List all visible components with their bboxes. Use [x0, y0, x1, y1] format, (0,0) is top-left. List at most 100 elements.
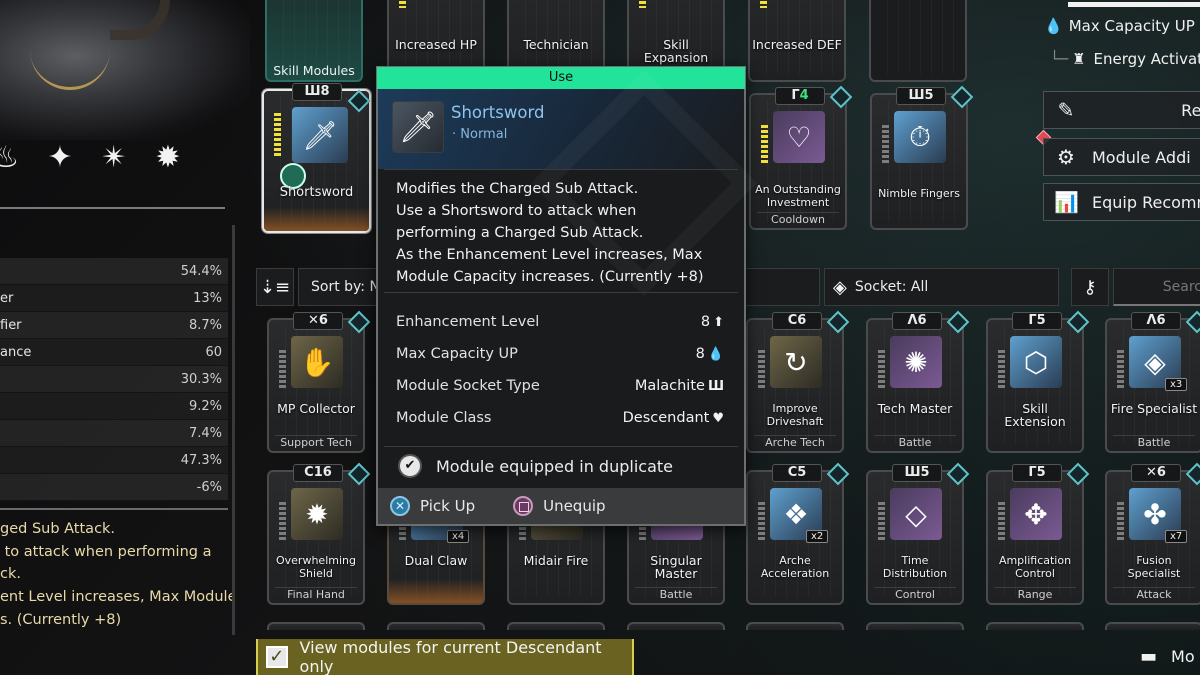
empty-module-slot[interactable]	[869, 0, 967, 82]
capacity-label: Max Capacity UP	[1068, 17, 1195, 35]
key-button[interactable]: ⚷	[1071, 268, 1109, 306]
module-card[interactable]	[507, 622, 605, 630]
stat-row: 9.2%	[0, 393, 228, 420]
pick-up-action[interactable]: ✕ Pick Up	[390, 496, 475, 516]
skill-modules-label: Skill Modules	[273, 63, 355, 78]
module-addition-button[interactable]: ⚙ Module Addi	[1043, 138, 1200, 176]
stat-row: 30.3%	[0, 366, 228, 393]
stack-count: x7	[1165, 530, 1188, 543]
current-descendant-filter-checkbox[interactable]: ✓ View modules for current Descendant on…	[256, 638, 634, 675]
module-card[interactable]: C5 ❖ x2 Arche Acceleration	[746, 462, 850, 605]
module-card[interactable]: Ш5 ◇ Time Distribution Control	[866, 462, 970, 605]
module-card[interactable]	[627, 622, 725, 630]
level-bars	[1117, 502, 1124, 542]
module-card[interactable]: Λ6 ◈ x3 Fire Specialist Battle	[1105, 310, 1200, 453]
module-properties: Enhancement Level 8 ⬆ Max Capacity UP 8 💧 …	[396, 306, 724, 434]
module-card[interactable]: C6 ↻ Improve Driveshaft Arche Tech	[746, 310, 850, 453]
module-type: Battle	[874, 435, 956, 450]
property-key: Max Capacity UP	[396, 346, 518, 362]
tree-branch: └─	[1050, 50, 1069, 68]
equip-recommendation-button[interactable]: 📊 Equip Recomm	[1043, 183, 1200, 221]
level-bars	[274, 113, 281, 157]
unequip-action[interactable]: Unequip	[513, 496, 606, 516]
module-card[interactable]: ✕6 ✤ x7 Fusion Specialist Attack	[1105, 462, 1200, 605]
stat-label: ance	[0, 344, 32, 360]
scrollbar[interactable]	[232, 225, 235, 635]
module-card[interactable]	[866, 622, 964, 630]
search-input[interactable]: Searc	[1113, 268, 1200, 306]
module-card[interactable]: Λ6 ✺ Tech Master Battle	[866, 310, 970, 453]
module-description-left: ged Sub Attack. to attack when performin…	[0, 521, 232, 628]
stat-value: 8.7%	[188, 317, 222, 333]
filter-dropdown[interactable]	[744, 268, 820, 306]
octagram-icon[interactable]: ✴	[96, 140, 132, 176]
energy-activator-line: └─♜ Energy Activato	[1050, 50, 1200, 68]
module-art-icon: ◇	[890, 488, 942, 540]
sort-order-button[interactable]: ⇣≡	[256, 268, 294, 306]
descendant-class-icon: ♥	[712, 410, 724, 426]
level-bars	[399, 0, 406, 8]
module-gear-icon: ⚙	[1057, 145, 1075, 169]
module-type: Final Hand	[275, 587, 357, 602]
malachite-socket-icon: Ш	[304, 84, 321, 99]
key-icon: ⚷	[1083, 276, 1097, 298]
socket-icon: Γ	[1028, 313, 1037, 328]
module-storage-button[interactable]: ▬ Mo	[1140, 646, 1195, 667]
skill-modules-slot[interactable]: Skill Modules	[265, 0, 363, 82]
module-cost: C6	[772, 312, 822, 330]
flame-claw-icon[interactable]: ♨	[0, 140, 24, 176]
socket-icon: Γ	[1028, 465, 1037, 480]
property-row: Enhancement Level 8 ⬆	[396, 306, 724, 338]
socket-icon: ✕	[1146, 465, 1157, 480]
skill-icon-row: ♨ ✦ ✴ ✹	[0, 140, 186, 176]
module-name: An Outstanding Investment	[755, 183, 841, 209]
button-label: Rer	[1181, 100, 1200, 120]
rename-button[interactable]: ✎ Rer	[1043, 91, 1200, 129]
level-bars	[1117, 350, 1124, 390]
module-card[interactable]: Γ5 ⬡ Skill Extension	[986, 310, 1090, 453]
capacity-bar	[1068, 2, 1200, 7]
descendant-portrait	[0, 0, 250, 140]
use-button[interactable]: Use	[377, 67, 745, 89]
module-card[interactable]: Γ5 ✥ Amplification Control Range	[986, 462, 1090, 605]
module-name: MP Collector	[277, 401, 355, 416]
module-name: Time Distribution	[882, 554, 948, 580]
activator-label: Energy Activato	[1093, 50, 1200, 68]
level-bars	[279, 502, 286, 542]
stat-value: 7.4%	[188, 425, 222, 441]
module-art-icon: ✥	[1010, 488, 1062, 540]
module-card-shortsword[interactable]: Ш8 🗡 Shortsword	[262, 83, 371, 233]
module-cost: Λ6	[1131, 312, 1181, 330]
diamond-burst-icon[interactable]: ✦	[42, 140, 78, 176]
stat-row: 54.4%	[0, 258, 228, 285]
module-card[interactable]: ✕6 ✋ MP Collector Support Tech	[267, 310, 371, 453]
module-title: Shortsword	[451, 103, 545, 122]
socket-filter-dropdown[interactable]: ◈ Socket: All	[824, 268, 1059, 306]
module-card[interactable]	[746, 622, 844, 630]
module-art-icon: ↻	[770, 336, 822, 388]
module-card[interactable]: Increased DEF	[748, 0, 846, 82]
malachite-socket-icon: Ш	[707, 378, 724, 394]
module-card[interactable]: C16 ✹ Overwhelming Shield Final Hand	[267, 462, 371, 605]
spiked-orb-icon[interactable]: ✹	[150, 140, 186, 176]
property-row: Module Socket Type Malachite Ш	[396, 370, 724, 402]
energy-activator-icon: ♜	[1072, 50, 1086, 68]
module-card[interactable]	[986, 622, 1084, 630]
module-cost: Γ4	[775, 87, 825, 105]
module-card[interactable]	[267, 622, 365, 630]
module-card[interactable]: Γ4 ♡ An Outstanding Investment Cooldown	[749, 85, 853, 230]
module-cost: Λ6	[892, 312, 942, 330]
module-card[interactable]	[1105, 622, 1200, 630]
property-key: Enhancement Level	[396, 314, 540, 330]
level-bars	[878, 350, 885, 390]
module-name: Fusion Specialist	[1127, 554, 1181, 580]
module-card[interactable]: Ш5 ⏱ Nimble Fingers	[870, 85, 974, 230]
sort-dropdown[interactable]: Sort by: N	[298, 268, 378, 306]
module-card[interactable]	[387, 622, 485, 630]
module-cost: C16	[293, 464, 343, 482]
divider	[0, 207, 225, 209]
checkbox-checked-icon: ✓	[266, 646, 288, 668]
stat-row: ance 60	[0, 339, 228, 366]
module-cost: Ш5	[892, 464, 942, 482]
module-cost: ✕6	[293, 312, 343, 330]
